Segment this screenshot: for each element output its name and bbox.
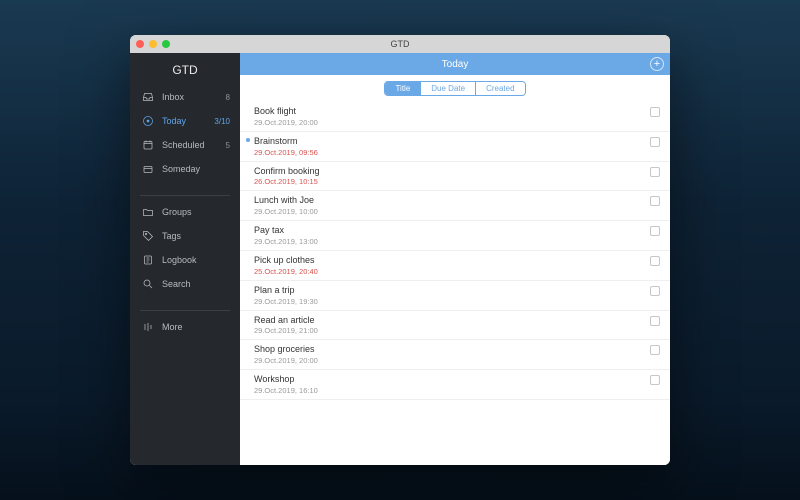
logbook-icon bbox=[142, 254, 154, 266]
sidebar-divider bbox=[140, 195, 230, 196]
flag-icon bbox=[246, 138, 250, 142]
tags-icon bbox=[142, 230, 154, 242]
sidebar-item-label: Today bbox=[162, 116, 206, 126]
task-checkbox[interactable] bbox=[650, 137, 660, 147]
task-title: Pay tax bbox=[254, 225, 650, 236]
task-row[interactable]: Workshop29.Oct.2019, 16:10 bbox=[240, 370, 670, 400]
task-title: Read an article bbox=[254, 315, 650, 326]
task-title: Lunch with Joe bbox=[254, 195, 650, 206]
task-due-date: 29.Oct.2019, 19:30 bbox=[254, 297, 650, 306]
task-checkbox[interactable] bbox=[650, 375, 660, 385]
task-due-date: 29.Oct.2019, 16:10 bbox=[254, 386, 650, 395]
task-row[interactable]: Lunch with Joe29.Oct.2019, 10:00 bbox=[240, 191, 670, 221]
sidebar-item-groups[interactable]: Groups bbox=[130, 200, 240, 224]
task-row[interactable]: Pick up clothes25.Oct.2019, 20:40 bbox=[240, 251, 670, 281]
sidebar-item-someday[interactable]: Someday bbox=[130, 157, 240, 181]
task-checkbox[interactable] bbox=[650, 316, 660, 326]
sidebar-item-label: Groups bbox=[162, 207, 230, 217]
task-row[interactable]: Book flight29.Oct.2019, 20:00 bbox=[240, 102, 670, 132]
task-checkbox[interactable] bbox=[650, 256, 660, 266]
task-checkbox[interactable] bbox=[650, 286, 660, 296]
sidebar-item-label: Tags bbox=[162, 231, 230, 241]
sidebar-item-label: Logbook bbox=[162, 255, 230, 265]
scheduled-icon bbox=[142, 139, 154, 151]
window-title: GTD bbox=[130, 39, 670, 49]
sidebar-divider bbox=[140, 310, 230, 311]
task-checkbox[interactable] bbox=[650, 107, 660, 117]
sidebar-item-count: 3/10 bbox=[214, 117, 230, 126]
app-title: GTD bbox=[130, 53, 240, 85]
task-checkbox[interactable] bbox=[650, 226, 660, 236]
sidebar-item-tags[interactable]: Tags bbox=[130, 224, 240, 248]
app-window: GTD GTD Inbox 8 Today 3/10 Scheduled 5 Someday… bbox=[130, 35, 670, 465]
sort-tab-due-date[interactable]: Due Date bbox=[420, 82, 475, 95]
task-due-date: 29.Oct.2019, 09:56 bbox=[254, 148, 650, 157]
search-icon bbox=[142, 278, 154, 290]
sort-segmented-control: TitleDue DateCreated bbox=[240, 75, 670, 102]
task-due-date: 29.Oct.2019, 20:00 bbox=[254, 356, 650, 365]
task-row[interactable]: Read an article29.Oct.2019, 21:00 bbox=[240, 311, 670, 341]
inbox-icon bbox=[142, 91, 154, 103]
sidebar-item-label: Inbox bbox=[162, 92, 218, 102]
sidebar-item-label: Someday bbox=[162, 164, 230, 174]
groups-icon bbox=[142, 206, 154, 218]
task-title: Workshop bbox=[254, 374, 650, 385]
task-due-date: 25.Oct.2019, 20:40 bbox=[254, 267, 650, 276]
task-list[interactable]: Book flight29.Oct.2019, 20:00Brainstorm2… bbox=[240, 102, 670, 465]
task-checkbox[interactable] bbox=[650, 167, 660, 177]
task-title: Brainstorm bbox=[254, 136, 650, 147]
sidebar-item-label: More bbox=[162, 322, 230, 332]
task-checkbox[interactable] bbox=[650, 345, 660, 355]
sidebar-item-today[interactable]: Today 3/10 bbox=[130, 109, 240, 133]
task-row[interactable]: Brainstorm29.Oct.2019, 09:56 bbox=[240, 132, 670, 162]
task-due-date: 29.Oct.2019, 20:00 bbox=[254, 118, 650, 127]
task-title: Shop groceries bbox=[254, 344, 650, 355]
sidebar-item-scheduled[interactable]: Scheduled 5 bbox=[130, 133, 240, 157]
page-title: Today bbox=[442, 59, 469, 70]
more-icon bbox=[142, 321, 154, 333]
sort-tab-created[interactable]: Created bbox=[475, 82, 524, 95]
task-title: Book flight bbox=[254, 106, 650, 117]
sort-tab-title[interactable]: Title bbox=[385, 82, 420, 95]
task-row[interactable]: Shop groceries29.Oct.2019, 20:00 bbox=[240, 340, 670, 370]
task-row[interactable]: Confirm booking26.Oct.2019, 10:15 bbox=[240, 162, 670, 192]
add-task-button[interactable]: + bbox=[650, 57, 664, 71]
task-title: Pick up clothes bbox=[254, 255, 650, 266]
main-panel: Today + TitleDue DateCreated Book flight… bbox=[240, 53, 670, 465]
task-row[interactable]: Plan a trip29.Oct.2019, 19:30 bbox=[240, 281, 670, 311]
titlebar: GTD bbox=[130, 35, 670, 53]
sidebar-item-inbox[interactable]: Inbox 8 bbox=[130, 85, 240, 109]
sidebar-item-label: Scheduled bbox=[162, 140, 218, 150]
sidebar-item-logbook[interactable]: Logbook bbox=[130, 248, 240, 272]
task-checkbox[interactable] bbox=[650, 196, 660, 206]
sidebar-item-count: 8 bbox=[226, 93, 230, 102]
task-due-date: 29.Oct.2019, 21:00 bbox=[254, 326, 650, 335]
task-row[interactable]: Pay tax29.Oct.2019, 13:00 bbox=[240, 221, 670, 251]
task-due-date: 29.Oct.2019, 13:00 bbox=[254, 237, 650, 246]
today-icon bbox=[142, 115, 154, 127]
sidebar-item-more[interactable]: More bbox=[130, 315, 240, 339]
task-title: Plan a trip bbox=[254, 285, 650, 296]
sidebar-item-label: Search bbox=[162, 279, 230, 289]
sidebar: GTD Inbox 8 Today 3/10 Scheduled 5 Someday Gro… bbox=[130, 53, 240, 465]
sidebar-item-search[interactable]: Search bbox=[130, 272, 240, 296]
task-title: Confirm booking bbox=[254, 166, 650, 177]
task-due-date: 29.Oct.2019, 10:00 bbox=[254, 207, 650, 216]
someday-icon bbox=[142, 163, 154, 175]
task-due-date: 26.Oct.2019, 10:15 bbox=[254, 177, 650, 186]
sidebar-item-count: 5 bbox=[226, 141, 230, 150]
main-header: Today + bbox=[240, 53, 670, 75]
